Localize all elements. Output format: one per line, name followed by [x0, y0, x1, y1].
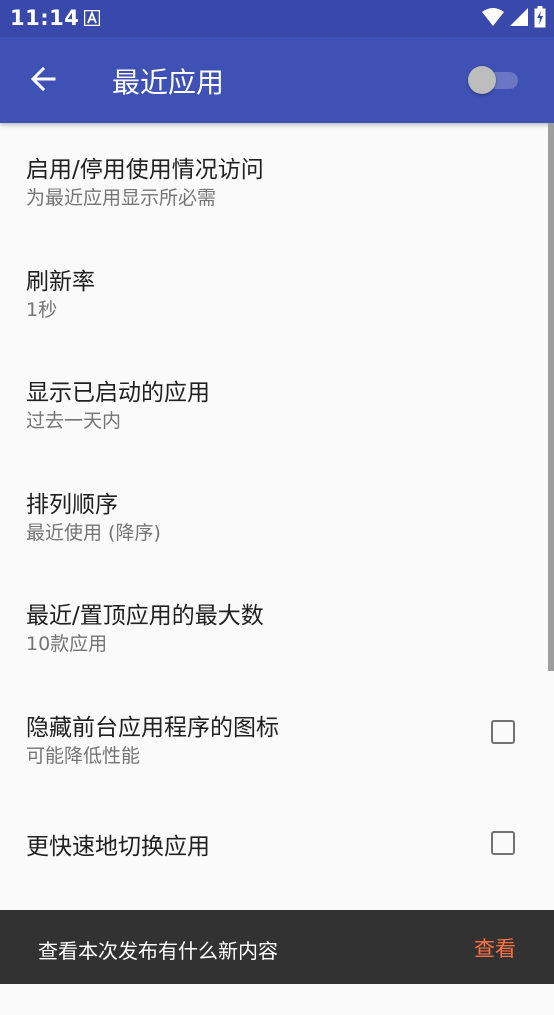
signal-icon — [510, 7, 528, 27]
snackbar: 查看本次发布有什么新内容 查看 — [0, 910, 554, 984]
toggle-thumb — [468, 66, 496, 94]
snackbar-view-button[interactable]: 查看 — [474, 933, 516, 963]
setting-sort-order[interactable]: 排列顺序 最近使用 (降序) — [0, 458, 554, 570]
app-bar: 最近应用 — [0, 37, 554, 123]
setting-subtitle: 10款应用 — [26, 629, 107, 656]
setting-faster-switch[interactable]: 更快速地切换应用 — [0, 792, 554, 904]
setting-subtitle: 最近使用 (降序) — [26, 518, 161, 545]
setting-title: 排列顺序 — [26, 485, 118, 519]
setting-subtitle: 可能降低性能 — [26, 741, 140, 768]
status-bar: 11:14 — [0, 0, 554, 37]
setting-subtitle: 过去一天内 — [26, 406, 121, 433]
setting-title: 显示已启动的应用 — [26, 373, 210, 407]
setting-title: 隐藏前台应用程序的图标 — [26, 708, 279, 742]
notification-a-icon — [84, 10, 100, 26]
setting-max-apps[interactable]: 最近/置顶应用的最大数 10款应用 — [0, 569, 554, 681]
snackbar-message: 查看本次发布有什么新内容 — [38, 935, 278, 964]
setting-show-launched-apps[interactable]: 显示已启动的应用 过去一天内 — [0, 346, 554, 458]
setting-subtitle: 1秒 — [26, 295, 57, 322]
battery-icon — [534, 6, 546, 28]
master-toggle[interactable] — [466, 63, 522, 97]
hide-icon-checkbox[interactable] — [491, 720, 515, 744]
setting-title: 刷新率 — [26, 262, 95, 296]
setting-hide-foreground-icon[interactable]: 隐藏前台应用程序的图标 可能降低性能 — [0, 681, 554, 793]
setting-title: 启用/停用使用情况访问 — [26, 150, 264, 184]
status-time: 11:14 — [10, 6, 79, 30]
setting-subtitle: 为最近应用显示所必需 — [26, 183, 216, 210]
page-title: 最近应用 — [112, 61, 224, 101]
setting-usage-access[interactable]: 启用/停用使用情况访问 为最近应用显示所必需 — [0, 123, 554, 235]
setting-title: 更快速地切换应用 — [26, 792, 210, 903]
wifi-icon — [482, 7, 504, 27]
setting-title: 最近/置顶应用的最大数 — [26, 596, 264, 630]
setting-refresh-rate[interactable]: 刷新率 1秒 — [0, 235, 554, 347]
scrollbar[interactable] — [548, 123, 554, 671]
back-arrow-icon[interactable] — [24, 59, 64, 99]
settings-list: 启用/停用使用情况访问 为最近应用显示所必需 刷新率 1秒 显示已启动的应用 过… — [0, 123, 554, 1015]
status-icons — [482, 6, 546, 28]
faster-switch-checkbox[interactable] — [491, 831, 515, 855]
